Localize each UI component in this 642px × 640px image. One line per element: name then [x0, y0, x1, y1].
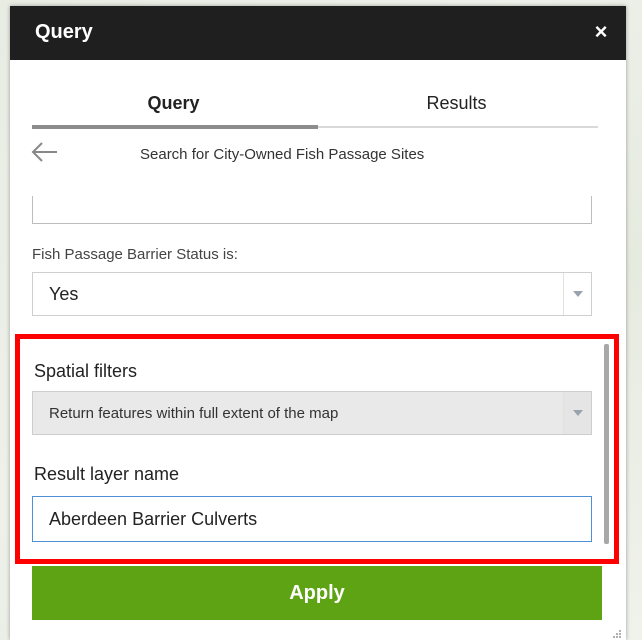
close-icon[interactable]: × [588, 19, 614, 45]
result-layer-name-input[interactable] [32, 496, 592, 542]
tab-query[interactable]: Query [32, 88, 315, 128]
previous-field-input[interactable] [32, 196, 592, 224]
chevron-down-icon [573, 291, 583, 297]
tab-active-indicator [32, 125, 318, 129]
tab-results[interactable]: Results [315, 88, 598, 128]
form-scrollbar-thumb[interactable] [604, 344, 609, 544]
status-dropdown-button[interactable] [563, 273, 591, 315]
query-widget-panel: Query × Query Results Search for City-Ow… [10, 6, 626, 640]
spatial-dropdown-button[interactable] [563, 392, 591, 434]
query-task-title: Search for City-Owned Fish Passage Sites [140, 146, 425, 163]
spatial-filter-value: Return features within full extent of th… [49, 405, 339, 422]
panel-title: Query [35, 21, 93, 43]
arrow-left-icon[interactable] [30, 140, 60, 164]
panel-titlebar: Query × [10, 6, 626, 60]
spatial-filters-label: Spatial filters [34, 361, 138, 381]
resize-grip-icon[interactable] [612, 626, 622, 638]
status-filter-label: Fish Passage Barrier Status is: [32, 246, 238, 263]
chevron-down-icon [573, 410, 583, 416]
query-form-scroll-area[interactable]: Fish Passage Barrier Status is: Yes Spat… [10, 196, 626, 550]
result-layer-name-label: Result layer name [34, 464, 180, 484]
tab-bar: Query Results [32, 88, 598, 128]
spatial-filter-select[interactable]: Return features within full extent of th… [32, 391, 592, 435]
apply-button[interactable]: Apply [32, 566, 602, 620]
status-filter-value: Yes [49, 284, 79, 304]
status-filter-select[interactable]: Yes [32, 272, 592, 316]
